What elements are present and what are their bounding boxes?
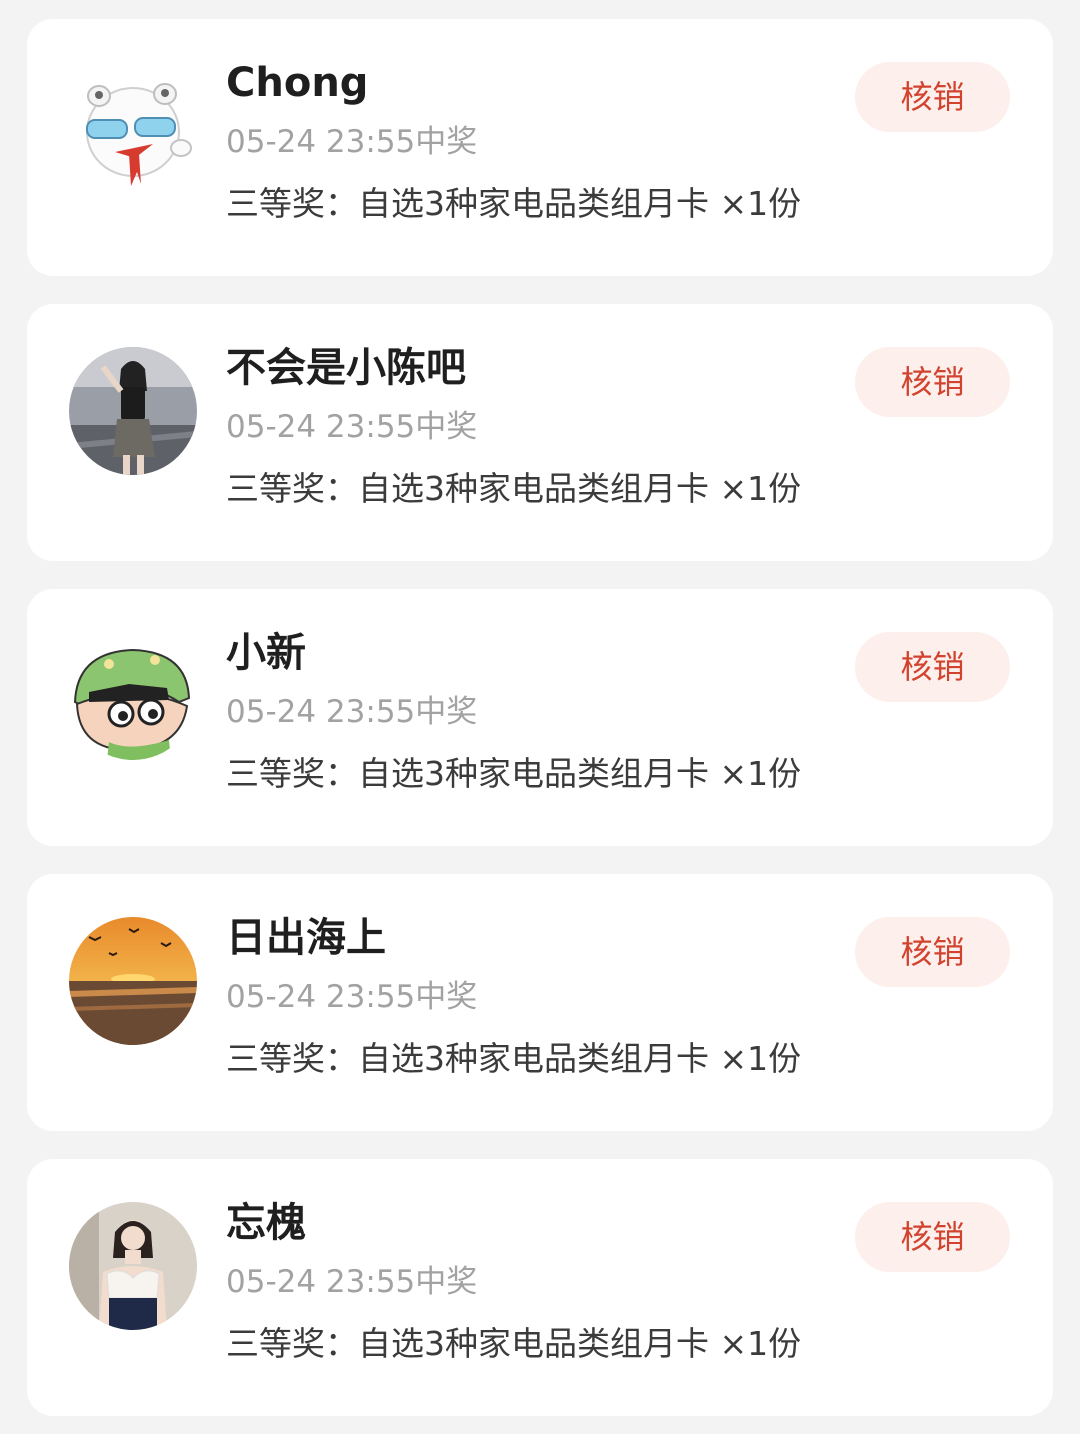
verify-button[interactable]: 核销: [855, 347, 1010, 417]
avatar[interactable]: [69, 62, 197, 190]
winner-name: 忘槐: [226, 1200, 306, 1246]
avatar[interactable]: [69, 917, 197, 1045]
prize-description: 三等奖：自选3种家电品类组月卡 ×1份: [226, 184, 802, 223]
verify-button[interactable]: 核销: [855, 1202, 1010, 1272]
prize-description: 三等奖：自选3种家电品类组月卡 ×1份: [226, 1039, 802, 1078]
winner-card: Chong 05-24 23:55中奖 三等奖：自选3种家电品类组月卡 ×1份 …: [27, 19, 1053, 276]
winner-card: 忘槐 05-24 23:55中奖 三等奖：自选3种家电品类组月卡 ×1份 核销: [27, 1159, 1053, 1416]
sunrise-sea-avatar-icon: [69, 917, 197, 1045]
girl-photo-avatar-icon: [69, 347, 197, 475]
winner-list: Chong 05-24 23:55中奖 三等奖：自选3种家电品类组月卡 ×1份 …: [0, 0, 1080, 1434]
win-time: 05-24 23:55中奖: [226, 694, 478, 730]
verify-button[interactable]: 核销: [855, 632, 1010, 702]
winner-card: 小新 05-24 23:55中奖 三等奖：自选3种家电品类组月卡 ×1份 核销: [27, 589, 1053, 846]
winner-name: Chong: [226, 60, 369, 106]
winner-name: 小新: [226, 630, 306, 676]
win-time: 05-24 23:55中奖: [226, 1264, 478, 1300]
win-time: 05-24 23:55中奖: [226, 124, 478, 160]
prize-description: 三等奖：自选3种家电品类组月卡 ×1份: [226, 469, 802, 508]
winner-name: 日出海上: [226, 915, 386, 961]
winner-name: 不会是小陈吧: [226, 345, 466, 391]
win-time: 05-24 23:55中奖: [226, 979, 478, 1015]
prize-description: 三等奖：自选3种家电品类组月卡 ×1份: [226, 1324, 802, 1363]
avatar[interactable]: [69, 1202, 197, 1330]
woman-photo-avatar-icon: [69, 1202, 197, 1330]
avatar[interactable]: [69, 632, 197, 760]
cartoon-bear-sunglasses-avatar-icon: [69, 62, 197, 190]
avatar[interactable]: [69, 347, 197, 475]
prize-description: 三等奖：自选3种家电品类组月卡 ×1份: [226, 754, 802, 793]
winner-card: 不会是小陈吧 05-24 23:55中奖 三等奖：自选3种家电品类组月卡 ×1份…: [27, 304, 1053, 561]
win-time: 05-24 23:55中奖: [226, 409, 478, 445]
crayon-shinchan-avatar-icon: [69, 632, 197, 760]
verify-button[interactable]: 核销: [855, 917, 1010, 987]
verify-button[interactable]: 核销: [855, 62, 1010, 132]
winner-card: 日出海上 05-24 23:55中奖 三等奖：自选3种家电品类组月卡 ×1份 核…: [27, 874, 1053, 1131]
